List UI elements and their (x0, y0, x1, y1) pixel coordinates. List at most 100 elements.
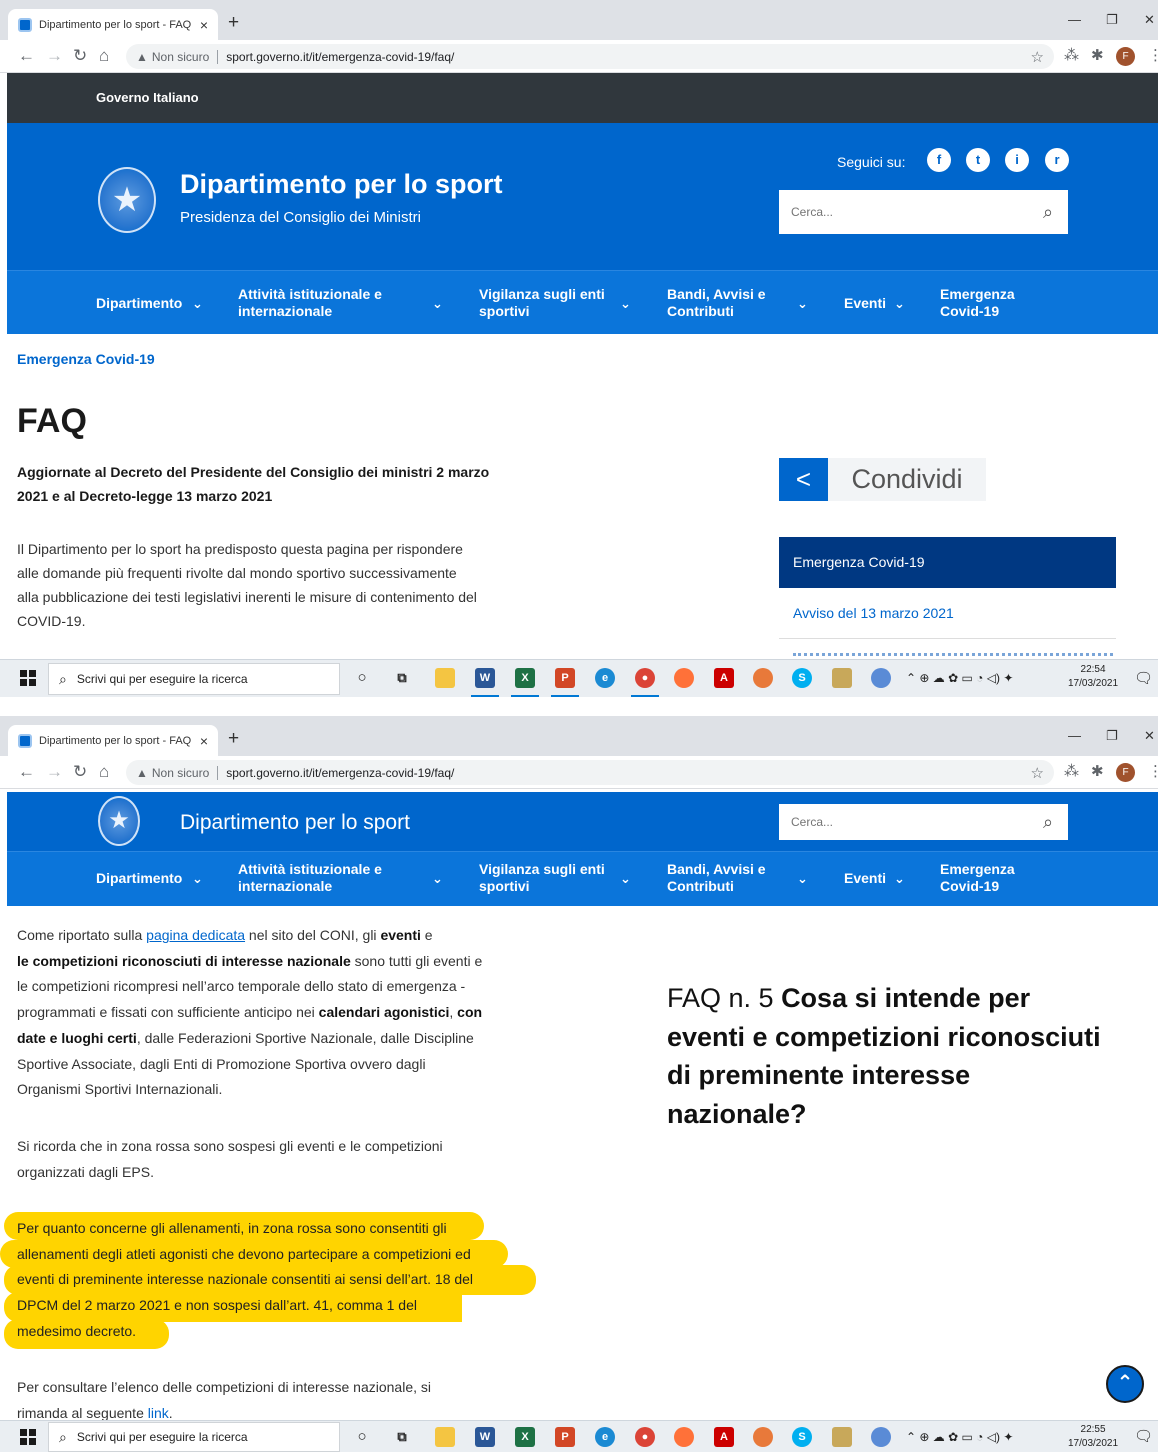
home-icon[interactable]: ⌂ (99, 46, 109, 66)
nav-attivita[interactable]: Attività istituzionale e internazionale (238, 286, 382, 320)
app-icon[interactable] (832, 668, 852, 688)
app-icon[interactable] (871, 1427, 891, 1447)
acrobat-icon[interactable]: A (714, 1427, 734, 1447)
site-title[interactable]: Dipartimento per lo sport (180, 169, 503, 200)
puzzle-icon[interactable]: ✱ (1091, 48, 1104, 64)
nav-dipartimento[interactable]: Dipartimento (96, 295, 182, 312)
new-tab-button[interactable]: + (228, 729, 239, 749)
sidebar-link[interactable]: Avviso del 13 marzo 2021 (779, 591, 1116, 639)
firefox-icon[interactable] (674, 668, 694, 688)
tray-icons[interactable]: ⌃ ⊕ ☁ ✿ ▭ ◔ ◁) ✦ (906, 671, 1013, 685)
seguente-link[interactable]: link (148, 1405, 169, 1421)
restore-icon[interactable]: ❐ (1106, 728, 1118, 744)
search-icon[interactable]: ⌕ (1028, 812, 1068, 833)
chevron-down-icon[interactable]: ⌄ (620, 296, 631, 312)
notification-icon[interactable]: 🗨 (1134, 669, 1153, 687)
back-icon[interactable]: ← (18, 762, 35, 782)
cortana-icon[interactable]: ○ (352, 1427, 372, 1447)
bookmark-star-icon[interactable]: ☆ (1031, 48, 1044, 66)
file-explorer-icon[interactable] (435, 1427, 455, 1447)
close-window-icon[interactable]: ✕ (1144, 12, 1155, 28)
nav-dipartimento[interactable]: Dipartimento (96, 870, 182, 887)
close-tab-icon[interactable]: × (200, 17, 208, 33)
chrome-icon[interactable]: ● (631, 668, 659, 697)
excel-icon[interactable]: X (511, 668, 539, 697)
task-view-icon[interactable]: ⧉ (392, 1427, 412, 1447)
search-input[interactable] (791, 815, 1028, 829)
minimize-icon[interactable]: — (1068, 728, 1081, 743)
powerpoint-icon[interactable]: P (551, 668, 579, 697)
excel-icon[interactable]: X (515, 1427, 535, 1447)
tray-icons[interactable]: ⌃ ⊕ ☁ ✿ ▭ ◔ ◁) ✦ (906, 1430, 1013, 1444)
nav-eventi[interactable]: Eventi (844, 295, 886, 312)
nav-bandi[interactable]: Bandi, Avvisi e Contributi (667, 861, 766, 895)
clock[interactable]: 22:55 17/03/2021 (1068, 1423, 1118, 1451)
minimize-icon[interactable]: — (1068, 12, 1081, 27)
app-icon[interactable] (753, 668, 773, 688)
twitter-icon[interactable]: t (966, 148, 990, 172)
acrobat-icon[interactable]: A (714, 668, 734, 688)
omnibox[interactable]: ▲ Non sicuro sport.governo.it/it/emergen… (126, 44, 1054, 69)
file-explorer-icon[interactable] (435, 668, 455, 688)
windows-start-icon[interactable] (20, 1429, 36, 1445)
emblem-icon[interactable] (98, 796, 140, 846)
bookmark-star-icon[interactable]: ☆ (1031, 764, 1044, 782)
app-icon[interactable] (832, 1427, 852, 1447)
pagina-dedicata-link[interactable]: pagina dedicata (146, 927, 245, 943)
cortana-icon[interactable]: ○ (352, 668, 372, 688)
nav-emergenza[interactable]: Emergenza Covid-19 (940, 286, 1015, 320)
taskbar-search[interactable]: ⌕ Scrivi qui per eseguire la ricerca (48, 663, 340, 695)
chevron-down-icon[interactable]: ⌄ (192, 871, 203, 887)
facebook-icon[interactable]: f (927, 148, 951, 172)
close-tab-icon[interactable]: × (200, 733, 208, 749)
close-window-icon[interactable]: ✕ (1144, 728, 1155, 744)
windows-start-icon[interactable] (20, 670, 36, 686)
back-to-top-button[interactable]: ⌃ (1106, 1365, 1144, 1403)
chevron-down-icon[interactable]: ⌄ (894, 296, 905, 312)
rss-icon[interactable]: r (1045, 148, 1069, 172)
task-view-icon[interactable]: ⧉ (392, 668, 412, 688)
browser-tab[interactable]: Dipartimento per lo sport - FAQ × (8, 725, 218, 756)
extension-icon[interactable]: ⁂ (1064, 764, 1079, 780)
share-button[interactable]: < Condividi (779, 458, 986, 501)
app-icon[interactable] (871, 668, 891, 688)
nav-vigilanza[interactable]: Vigilanza sugli enti sportivi (479, 286, 605, 320)
chevron-down-icon[interactable]: ⌄ (432, 871, 443, 887)
nav-bandi[interactable]: Bandi, Avvisi e Contributi (667, 286, 766, 320)
skype-icon[interactable]: S (792, 668, 812, 688)
app-icon[interactable] (753, 1427, 773, 1447)
new-tab-button[interactable]: + (228, 13, 239, 33)
puzzle-icon[interactable]: ✱ (1091, 764, 1104, 780)
forward-icon[interactable]: → (46, 46, 63, 66)
nav-vigilanza[interactable]: Vigilanza sugli enti sportivi (479, 861, 605, 895)
firefox-icon[interactable] (674, 1427, 694, 1447)
profile-avatar[interactable]: F (1116, 47, 1135, 66)
restore-icon[interactable]: ❐ (1106, 12, 1118, 28)
notification-icon[interactable]: 🗨 (1134, 1427, 1153, 1445)
profile-avatar[interactable]: F (1116, 763, 1135, 782)
chrome-icon[interactable]: ● (635, 1427, 655, 1447)
chevron-down-icon[interactable]: ⌄ (894, 871, 905, 887)
search-input[interactable] (791, 205, 1028, 219)
chevron-down-icon[interactable]: ⌄ (797, 871, 808, 887)
omnibox[interactable]: ▲ Non sicuro sport.governo.it/it/emergen… (126, 760, 1054, 785)
emblem-icon[interactable] (98, 167, 156, 233)
skype-icon[interactable]: S (792, 1427, 812, 1447)
gov-bar-label[interactable]: Governo Italiano (96, 90, 199, 105)
chevron-down-icon[interactable]: ⌄ (620, 871, 631, 887)
powerpoint-icon[interactable]: P (555, 1427, 575, 1447)
home-icon[interactable]: ⌂ (99, 762, 109, 782)
chevron-down-icon[interactable]: ⌄ (797, 296, 808, 312)
edge-icon[interactable]: e (595, 668, 615, 688)
nav-emergenza[interactable]: Emergenza Covid-19 (940, 861, 1015, 895)
word-icon[interactable]: W (471, 668, 499, 697)
site-title[interactable]: Dipartimento per lo sport (180, 811, 410, 835)
word-icon[interactable]: W (475, 1427, 495, 1447)
chevron-down-icon[interactable]: ⌄ (432, 296, 443, 312)
search-icon[interactable]: ⌕ (1028, 202, 1068, 223)
nav-eventi[interactable]: Eventi (844, 870, 886, 887)
menu-kebab-icon[interactable]: ⋮ (1148, 764, 1158, 780)
nav-attivita[interactable]: Attività istituzionale e internazionale (238, 861, 382, 895)
instagram-icon[interactable]: i (1005, 148, 1029, 172)
reload-icon[interactable]: ↻ (73, 762, 87, 782)
